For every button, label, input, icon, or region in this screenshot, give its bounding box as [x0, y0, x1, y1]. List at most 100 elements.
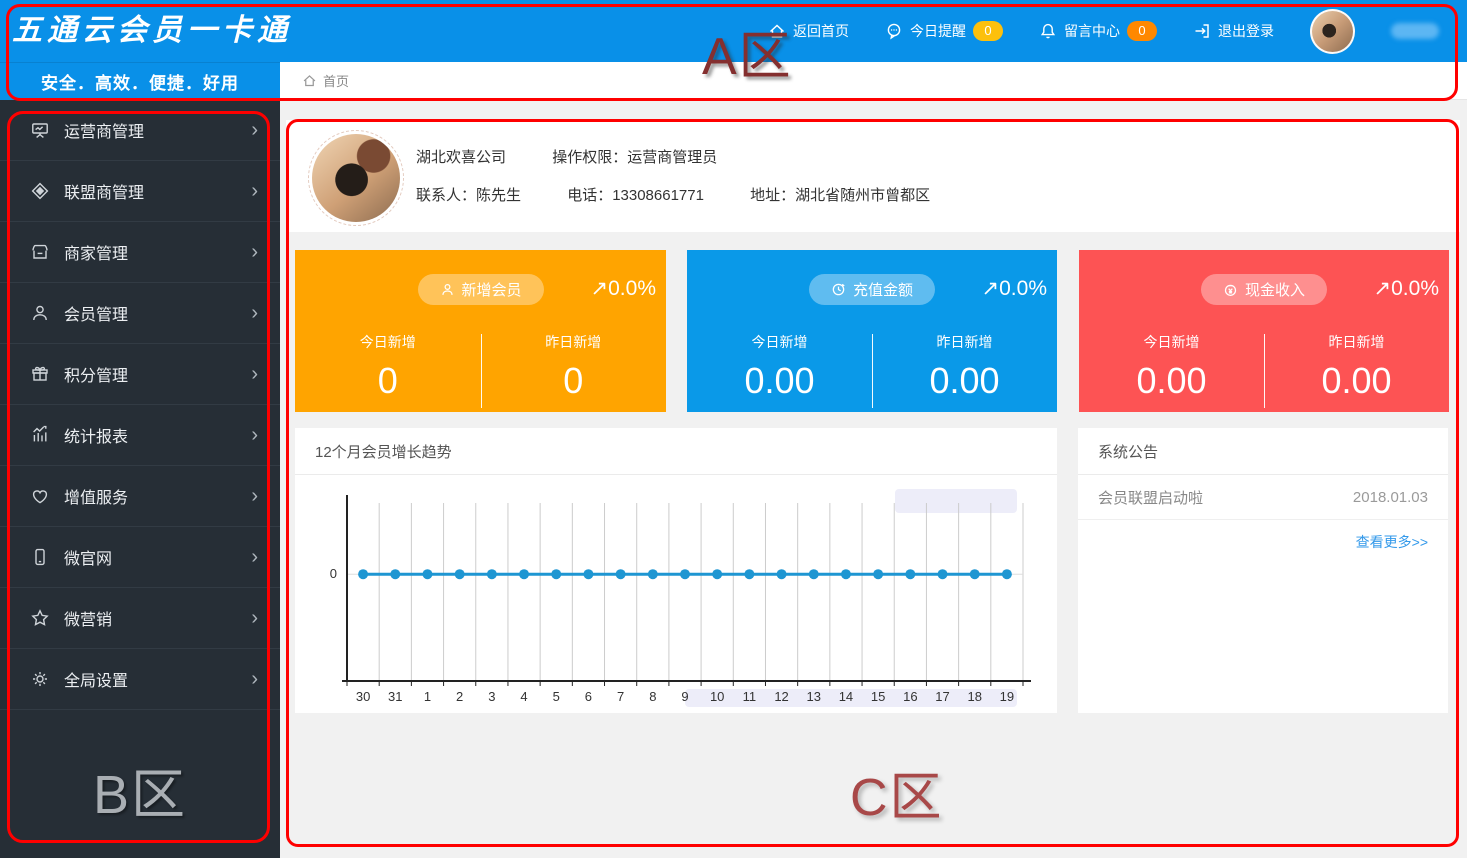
today-value: 0.00	[1079, 360, 1264, 402]
top-header: 五通云会员一卡通 返回首页	[0, 0, 1467, 62]
member-growth-line-chart: 3031123456789101112131415161718190	[305, 489, 1035, 721]
sidebar-item-global-settings[interactable]: 全局设置 ›	[0, 649, 280, 710]
svg-text:3: 3	[488, 689, 495, 704]
sidebar-item-points-management[interactable]: 积分管理 ›	[0, 344, 280, 405]
sidebar-item-label: 微营销	[64, 606, 112, 630]
sub-header: 安全．高效．便捷．好用 首页	[0, 62, 1467, 100]
announcement-item[interactable]: 会员联盟启动啦 2018.01.03	[1078, 475, 1448, 520]
sidebar-item-label: 会员管理	[64, 301, 128, 325]
sidebar-item-alliance-management[interactable]: 联盟商管理 ›	[0, 161, 280, 222]
stat-card-new-members: 新增会员 ↗0.0% 今日新增 0 昨日新增 0	[295, 250, 666, 412]
growth-rate: ↗0.0%	[591, 276, 656, 301]
sidebar-item-label: 积分管理	[64, 362, 128, 386]
chevron-right-icon: ›	[251, 364, 258, 384]
sidebar-item-statistics-report[interactable]: 统计报表 ›	[0, 405, 280, 466]
member-add-icon	[439, 282, 454, 297]
sidebar-item-value-added-service[interactable]: 增值服务 ›	[0, 466, 280, 527]
today-label: 今日新增	[1079, 332, 1264, 352]
sidebar-item-label: 商家管理	[64, 240, 128, 264]
message-count-badge: 0	[1127, 21, 1157, 41]
brand-tagline: 安全．高效．便捷．好用	[0, 62, 280, 100]
svg-text:0: 0	[330, 566, 337, 581]
micro-marketing-star-icon	[30, 608, 50, 628]
sidebar-item-micro-site[interactable]: 微官网 ›	[0, 527, 280, 588]
sidebar-item-member-management[interactable]: 会员管理 ›	[0, 283, 280, 344]
nav-today-reminder[interactable]: 今日提醒 0	[885, 21, 1003, 41]
svg-text:13: 13	[807, 689, 821, 704]
sidebar-item-operator-management[interactable]: 运营商管理 ›	[0, 100, 280, 161]
yesterday-value: 0.00	[1264, 360, 1449, 402]
sidebar-item-micro-marketing[interactable]: 微营销 ›	[0, 588, 280, 649]
stat-pill-cash-income: 现金收入	[1201, 274, 1327, 305]
growth-rate: ↗0.0%	[982, 276, 1047, 301]
growth-arrow-icon: ↗	[982, 277, 1000, 300]
today-label: 今日新增	[687, 332, 872, 352]
yesterday-value: 0.00	[872, 360, 1057, 402]
dashboard-page: 五通云会员一卡通 返回首页	[0, 0, 1467, 858]
stats-chart-icon	[30, 425, 50, 445]
sidebar-item-label: 微官网	[64, 545, 112, 569]
bell-icon	[1039, 22, 1057, 40]
member-growth-chart-card: 12个月会员增长趋势 30311234567891011121314151617…	[295, 428, 1057, 713]
breadcrumb-home-label[interactable]: 首页	[323, 71, 349, 90]
contact-person: 联系人：陈先生	[416, 187, 521, 204]
profile-avatar-image	[312, 134, 400, 222]
recharge-clock-icon	[831, 282, 846, 297]
user-avatar[interactable]	[1310, 9, 1355, 54]
nav-message-center-label: 留言中心	[1064, 21, 1120, 41]
comment-bubble-icon	[885, 22, 903, 40]
nav-return-home-label: 返回首页	[793, 21, 849, 41]
top-nav: 返回首页 今日提醒 0	[768, 0, 1439, 62]
svg-text:7: 7	[617, 689, 624, 704]
stat-title: 充值金额	[853, 279, 913, 300]
home-icon	[768, 22, 786, 40]
sidebar-menu: 运营商管理 › 联盟商管理 › 商家管理 ›	[0, 100, 280, 858]
svg-text:15: 15	[871, 689, 885, 704]
nav-return-home[interactable]: 返回首页	[768, 21, 849, 41]
stat-pill-recharge: 充值金额	[809, 274, 935, 305]
svg-text:12: 12	[774, 689, 788, 704]
chart-title: 12个月会员增长趋势	[295, 428, 1057, 475]
operator-board-icon	[30, 120, 50, 140]
svg-text:17: 17	[935, 689, 949, 704]
growth-rate: ↗0.0%	[1374, 276, 1439, 301]
chevron-right-icon: ›	[251, 425, 258, 445]
app-logo: 五通云会员一卡通	[12, 0, 292, 62]
growth-arrow-icon: ↗	[1374, 277, 1392, 300]
yesterday-label: 昨日新增	[1264, 332, 1449, 352]
svg-text:30: 30	[356, 689, 370, 704]
svg-text:9: 9	[681, 689, 688, 704]
nav-message-center[interactable]: 留言中心 0	[1039, 21, 1157, 41]
chevron-right-icon: ›	[251, 486, 258, 506]
chevron-right-icon: ›	[251, 608, 258, 628]
growth-arrow-icon: ↗	[591, 277, 609, 300]
sidebar-item-merchant-management[interactable]: 商家管理 ›	[0, 222, 280, 283]
value-added-heart-icon	[30, 486, 50, 506]
profile-info: 湖北欢喜公司 操作权限：运营商管理员 联系人：陈先生 电话：1330866177…	[416, 146, 972, 222]
zone-c-annotation-label: C区	[850, 755, 944, 830]
svg-text:6: 6	[585, 689, 592, 704]
cash-income-icon	[1223, 282, 1238, 297]
logout-icon	[1193, 22, 1211, 40]
system-announcement-card: 系统公告 会员联盟启动啦 2018.01.03 查看更多>>	[1078, 428, 1448, 713]
today-label: 今日新增	[295, 332, 481, 352]
yesterday-label: 昨日新增	[872, 332, 1057, 352]
phone-number: 电话：13308661771	[567, 187, 704, 204]
svg-text:1: 1	[424, 689, 431, 704]
chevron-right-icon: ›	[251, 120, 258, 140]
main-content: 湖北欢喜公司 操作权限：运营商管理员 联系人：陈先生 电话：1330866177…	[280, 100, 1467, 858]
stat-card-cash-income: 现金收入 ↗0.0% 今日新增 0.00 昨日新增 0.00	[1079, 250, 1449, 412]
stat-title: 现金收入	[1245, 279, 1305, 300]
sidebar-item-label: 增值服务	[64, 484, 128, 508]
svg-text:5: 5	[553, 689, 560, 704]
sidebar-item-label: 运营商管理	[64, 118, 144, 142]
svg-text:2: 2	[456, 689, 463, 704]
stat-title: 新增会员	[461, 279, 521, 300]
reminder-count-badge: 0	[973, 21, 1003, 41]
chevron-right-icon: ›	[251, 242, 258, 262]
nav-logout[interactable]: 退出登录	[1193, 21, 1274, 41]
svg-text:31: 31	[388, 689, 402, 704]
view-more-link[interactable]: 查看更多>>	[1078, 520, 1448, 552]
profile-avatar	[308, 130, 404, 226]
svg-text:14: 14	[839, 689, 853, 704]
